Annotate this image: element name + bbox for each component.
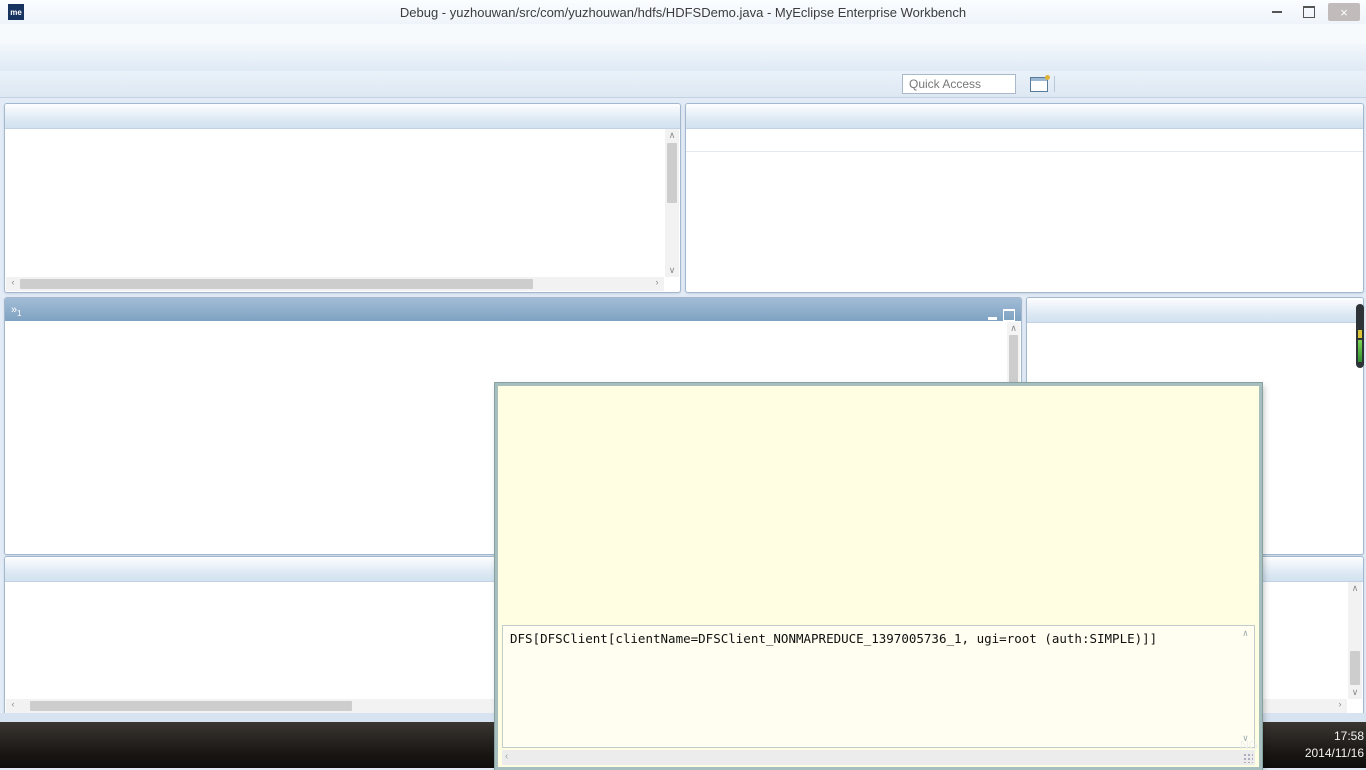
open-perspective-icon[interactable] [1030, 77, 1048, 92]
taskbar-clock[interactable]: 17:58 2014/11/16 [1305, 728, 1366, 763]
debug-stack-tree[interactable] [5, 129, 680, 292]
editor-tab-overflow[interactable]: »1 [11, 304, 22, 318]
variables-view [685, 103, 1364, 293]
minimize-window-button[interactable] [1264, 3, 1290, 21]
variable-inspect-popup: DFS[DFSClient[clientName=DFSClient_NONMA… [495, 383, 1262, 770]
minimize-editor-icon[interactable] [988, 317, 997, 320]
titlebar: me Debug - yuzhouwan/src/com/yuzhouwan/h… [0, 0, 1366, 24]
outline-tree[interactable] [1027, 323, 1363, 329]
menu-bar [0, 24, 1366, 44]
debug-vertical-scrollbar[interactable]: ∧∨ [665, 129, 679, 277]
variables-table-header [686, 129, 1363, 152]
popup-detail-text: DFS[DFSClient[clientName=DFSClient_NONMA… [510, 631, 1157, 646]
restore-window-button[interactable] [1296, 3, 1322, 21]
popup-horizontal-scrollbar[interactable]: ‹ [502, 750, 1255, 765]
popup-variable-tree[interactable] [498, 386, 1259, 625]
debug-view: ∧∨ ‹› [4, 103, 681, 293]
quick-access-input[interactable]: Quick Access [902, 74, 1016, 94]
clock-date: 2014/11/16 [1305, 745, 1364, 762]
window-controls: × [1264, 3, 1366, 21]
perspective-row: Quick Access [0, 71, 1366, 98]
main-toolbar [0, 44, 1366, 72]
perspective-bar [1030, 76, 1061, 92]
popup-resize-grip[interactable] [1243, 753, 1253, 763]
close-window-button[interactable]: × [1328, 3, 1360, 21]
debug-horizontal-scrollbar[interactable]: ‹› [6, 277, 664, 291]
clock-time: 17:58 [1305, 728, 1364, 745]
console-vertical-scrollbar[interactable]: ∧∨ [1348, 582, 1362, 699]
language-indicator[interactable]: NG [1240, 738, 1258, 752]
workbench-window: me Debug - yuzhouwan/src/com/yuzhouwan/h… [0, 0, 1366, 768]
popup-detail-scrollbar[interactable]: ∧ ∨ [1238, 627, 1253, 746]
popup-detail-pane[interactable]: DFS[DFSClient[clientName=DFSClient_NONMA… [502, 625, 1255, 748]
screen-edge-indicator [1356, 304, 1364, 368]
divider [1054, 76, 1055, 92]
window-title: Debug - yuzhouwan/src/com/yuzhouwan/hdfs… [0, 5, 1366, 20]
maximize-editor-icon[interactable] [1003, 309, 1015, 321]
